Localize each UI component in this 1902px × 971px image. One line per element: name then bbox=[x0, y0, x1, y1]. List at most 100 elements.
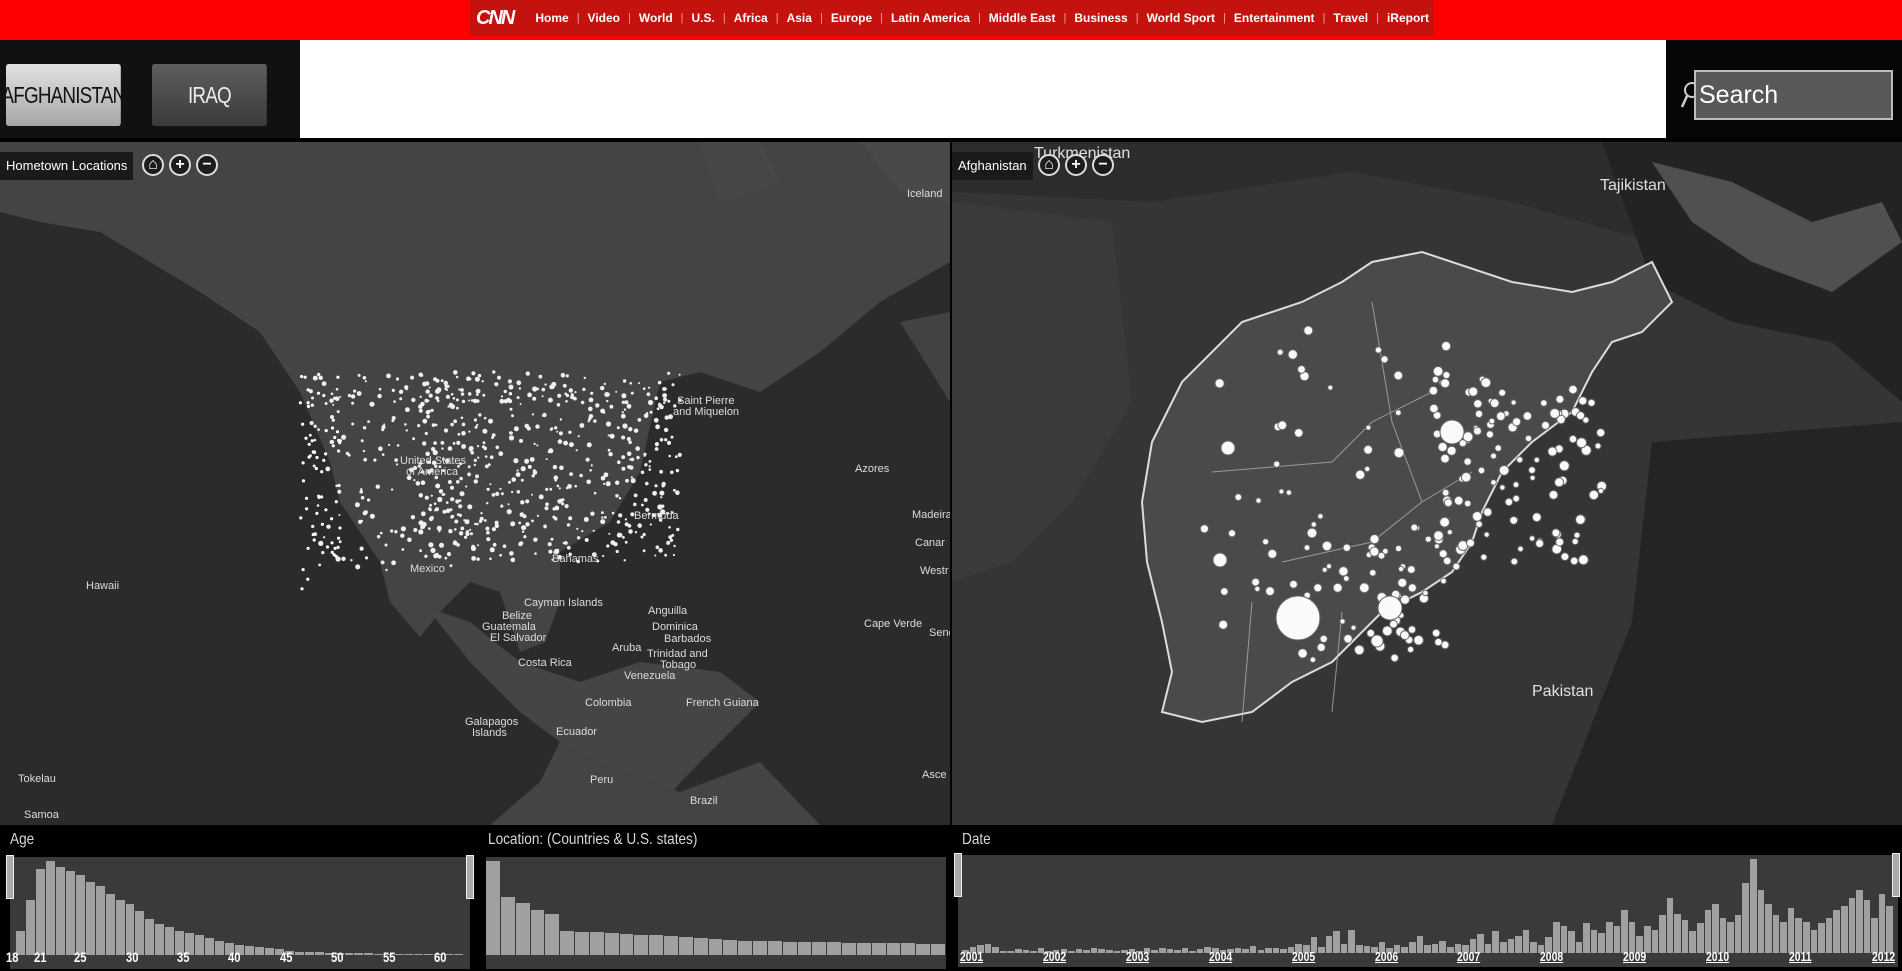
hometown-dot[interactable] bbox=[333, 546, 337, 550]
nav-link[interactable]: World bbox=[639, 11, 673, 25]
hometown-dot[interactable] bbox=[532, 396, 537, 401]
casualty-dot[interactable] bbox=[1397, 565, 1405, 573]
hometown-dot[interactable] bbox=[473, 479, 478, 484]
hometown-dot[interactable] bbox=[506, 509, 512, 515]
hometown-dot[interactable] bbox=[455, 499, 460, 504]
hometown-dot[interactable] bbox=[300, 587, 304, 591]
hometown-dot[interactable] bbox=[450, 404, 456, 410]
casualty-dot[interactable] bbox=[1512, 494, 1521, 503]
casualty-dot[interactable] bbox=[1321, 540, 1333, 552]
casualty-dot[interactable] bbox=[1439, 419, 1465, 445]
casualty-dot[interactable] bbox=[1512, 481, 1520, 489]
hometown-dot[interactable] bbox=[305, 507, 309, 511]
hometown-dot[interactable] bbox=[667, 399, 671, 403]
hometown-dot[interactable] bbox=[516, 380, 522, 386]
casualty-dot[interactable] bbox=[1303, 544, 1311, 552]
hometown-dot[interactable] bbox=[298, 401, 302, 405]
map-zoom-out-button[interactable]: − bbox=[196, 154, 218, 176]
hometown-dot[interactable] bbox=[566, 545, 571, 550]
hometown-dot[interactable] bbox=[359, 546, 364, 551]
hometown-dot[interactable] bbox=[315, 511, 319, 515]
casualty-dot[interactable] bbox=[1524, 434, 1533, 443]
hometown-dot[interactable] bbox=[586, 442, 592, 448]
hometown-dot[interactable] bbox=[624, 540, 628, 544]
hometown-dot[interactable] bbox=[507, 399, 513, 404]
hometown-dot[interactable] bbox=[492, 370, 496, 374]
hometown-dot[interactable] bbox=[658, 403, 662, 408]
date-histogram[interactable] bbox=[958, 855, 1898, 967]
hometown-dot[interactable] bbox=[526, 426, 531, 431]
hometown-dot[interactable] bbox=[326, 524, 331, 529]
hometown-dot[interactable] bbox=[443, 493, 446, 496]
hometown-dot[interactable] bbox=[304, 496, 309, 500]
hometown-dot[interactable] bbox=[347, 453, 351, 457]
casualty-dot[interactable] bbox=[1575, 514, 1586, 525]
hometown-dot[interactable] bbox=[418, 529, 424, 535]
hometown-dot[interactable] bbox=[617, 460, 621, 465]
hometown-dot[interactable] bbox=[553, 516, 558, 521]
hometown-dot[interactable] bbox=[453, 370, 458, 375]
casualty-dot[interactable] bbox=[1365, 424, 1372, 431]
hometown-dot[interactable] bbox=[448, 529, 453, 534]
casualty-dot[interactable] bbox=[1533, 456, 1540, 464]
casualty-dot[interactable] bbox=[1394, 544, 1403, 553]
date-range-handle-right[interactable] bbox=[1892, 853, 1900, 897]
hometown-dot[interactable] bbox=[648, 386, 651, 389]
hometown-dot[interactable] bbox=[654, 484, 658, 488]
hometown-dot[interactable] bbox=[550, 537, 554, 541]
hometown-dot[interactable] bbox=[621, 466, 626, 471]
hometown-dot[interactable] bbox=[548, 448, 554, 454]
hometown-dot[interactable] bbox=[554, 426, 558, 430]
hometown-dot[interactable] bbox=[556, 484, 560, 488]
hometown-dot[interactable] bbox=[321, 551, 325, 555]
casualty-dot[interactable] bbox=[1339, 618, 1346, 625]
hometown-dot[interactable] bbox=[595, 403, 600, 408]
hometown-dot[interactable] bbox=[633, 428, 639, 433]
hometown-dot[interactable] bbox=[515, 472, 521, 477]
casualty-dot[interactable] bbox=[1393, 370, 1404, 381]
hometown-dot[interactable] bbox=[524, 458, 530, 464]
hometown-dot[interactable] bbox=[461, 399, 466, 404]
hometown-dot[interactable] bbox=[525, 522, 530, 527]
hometown-dot[interactable] bbox=[335, 387, 339, 391]
hometown-dot[interactable] bbox=[436, 525, 442, 531]
hometown-dot[interactable] bbox=[468, 430, 471, 433]
hometown-dot[interactable] bbox=[675, 490, 680, 496]
hometown-dot[interactable] bbox=[391, 388, 395, 392]
casualty-dot[interactable] bbox=[1554, 477, 1565, 488]
casualty-dot[interactable] bbox=[1393, 447, 1405, 459]
casualty-dot[interactable] bbox=[1588, 489, 1599, 501]
hometown-dot[interactable] bbox=[583, 376, 586, 380]
hometown-dot[interactable] bbox=[476, 423, 479, 426]
hometown-dot[interactable] bbox=[500, 504, 504, 508]
hometown-dot[interactable] bbox=[557, 439, 563, 444]
hometown-dot[interactable] bbox=[321, 381, 327, 387]
hometown-dot[interactable] bbox=[331, 418, 335, 422]
hometown-dot[interactable] bbox=[662, 393, 667, 398]
hometown-dot[interactable] bbox=[646, 412, 649, 415]
hometown-dot[interactable] bbox=[513, 426, 519, 432]
hometown-dot[interactable] bbox=[428, 542, 434, 548]
hometown-dot[interactable] bbox=[516, 490, 521, 494]
casualty-dot[interactable] bbox=[1293, 428, 1304, 438]
hometown-dot[interactable] bbox=[545, 458, 548, 461]
casualty-dot[interactable] bbox=[1369, 569, 1377, 577]
hometown-dot[interactable] bbox=[582, 387, 586, 392]
hometown-dot[interactable] bbox=[413, 479, 416, 482]
hometown-dot[interactable] bbox=[468, 399, 471, 402]
hometown-dot[interactable] bbox=[519, 512, 525, 517]
casualty-dot[interactable] bbox=[1326, 563, 1332, 570]
casualty-dot[interactable] bbox=[1390, 653, 1399, 663]
hometown-dot[interactable] bbox=[666, 440, 672, 445]
hometown-dot[interactable] bbox=[459, 491, 465, 497]
hometown-dot[interactable] bbox=[300, 374, 304, 379]
hometown-dot[interactable] bbox=[439, 542, 444, 548]
hometown-dot[interactable] bbox=[384, 543, 388, 547]
hometown-map[interactable]: Iceland United States of America Saint P… bbox=[0, 142, 950, 825]
hometown-dot[interactable] bbox=[592, 529, 595, 532]
hometown-dot[interactable] bbox=[464, 535, 468, 539]
hometown-dot[interactable] bbox=[477, 544, 479, 547]
hometown-dot[interactable] bbox=[364, 380, 367, 383]
hometown-dot[interactable] bbox=[312, 375, 318, 381]
hometown-dot[interactable] bbox=[509, 551, 514, 556]
